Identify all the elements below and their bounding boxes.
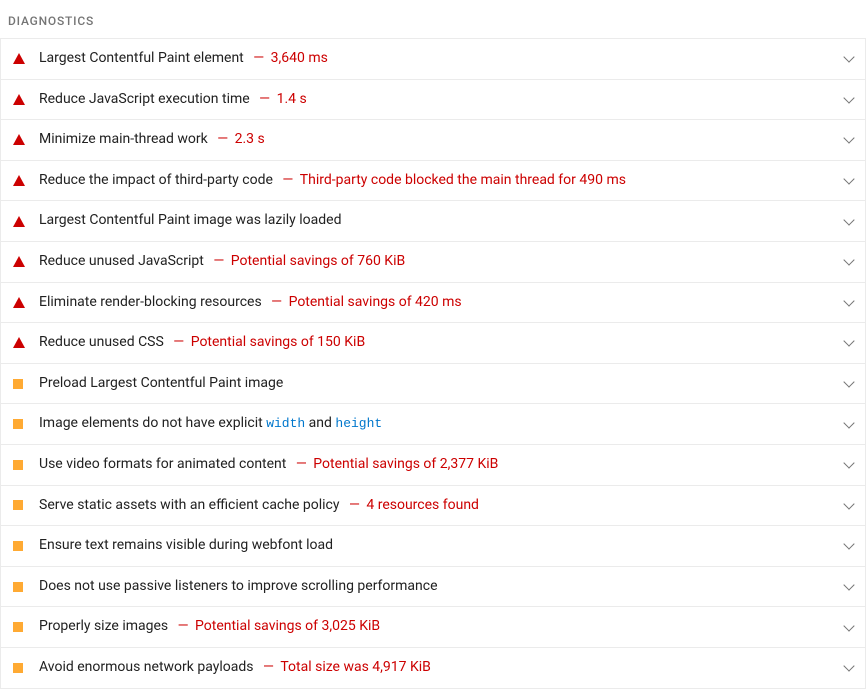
triangle-fail-icon xyxy=(13,94,25,105)
code-token: width xyxy=(266,416,305,431)
chevron-down-icon xyxy=(843,579,854,590)
audit-metric: Third-party code blocked the main thread… xyxy=(300,172,626,188)
audit-title: Reduce unused CSS — Potential savings of… xyxy=(39,333,829,353)
metric-separator: — xyxy=(268,294,286,310)
audit-metric: Total size was 4,917 KiB xyxy=(280,659,431,675)
audit-metric: 4 resources found xyxy=(366,497,479,513)
audit-row[interactable]: Reduce the impact of third-party code — … xyxy=(1,161,865,202)
audit-metric: 3,640 ms xyxy=(271,50,328,66)
square-warn-icon xyxy=(13,541,23,551)
audit-title: Reduce JavaScript execution time — 1.4 s xyxy=(39,90,829,110)
audit-row[interactable]: Minimize main-thread work — 2.3 s xyxy=(1,120,865,161)
square-warn-icon xyxy=(13,663,23,673)
triangle-fail-icon xyxy=(13,134,25,145)
square-warn-icon xyxy=(13,460,23,470)
chevron-down-icon xyxy=(843,498,854,509)
diagnostics-list: Largest Contentful Paint element — 3,640… xyxy=(0,38,866,689)
diagnostics-heading: DIAGNOSTICS xyxy=(0,0,866,38)
audit-row[interactable]: Largest Contentful Paint element — 3,640… xyxy=(1,39,865,80)
triangle-fail-icon xyxy=(13,256,25,267)
chevron-down-icon xyxy=(843,458,854,469)
audit-row[interactable]: Preload Largest Contentful Paint image xyxy=(1,364,865,405)
audit-title: Largest Contentful Paint element — 3,640… xyxy=(39,49,829,69)
square-warn-icon xyxy=(13,582,23,592)
metric-separator: — xyxy=(292,456,310,472)
audit-title: Reduce unused JavaScript — Potential sav… xyxy=(39,252,829,272)
metric-separator: — xyxy=(259,659,277,675)
chevron-down-icon xyxy=(843,620,854,631)
audit-row[interactable]: Eliminate render-blocking resources — Po… xyxy=(1,283,865,324)
chevron-down-icon xyxy=(843,214,854,225)
chevron-down-icon xyxy=(843,661,854,672)
audit-metric: Potential savings of 3,025 KiB xyxy=(195,618,380,634)
audit-title: Largest Contentful Paint image was lazil… xyxy=(39,211,829,231)
audit-row[interactable]: Properly size images — Potential savings… xyxy=(1,607,865,648)
audit-row[interactable]: Serve static assets with an efficient ca… xyxy=(1,486,865,527)
triangle-fail-icon xyxy=(13,337,25,348)
audit-title: Does not use passive listeners to improv… xyxy=(39,577,829,597)
audit-row[interactable]: Reduce JavaScript execution time — 1.4 s xyxy=(1,80,865,121)
metric-separator: — xyxy=(345,497,363,513)
chevron-down-icon xyxy=(843,417,854,428)
chevron-down-icon xyxy=(843,336,854,347)
code-token: height xyxy=(335,416,382,431)
audit-row[interactable]: Ensure text remains visible during webfo… xyxy=(1,526,865,567)
audit-row[interactable]: Reduce unused CSS — Potential savings of… xyxy=(1,323,865,364)
chevron-down-icon xyxy=(843,133,854,144)
chevron-down-icon xyxy=(843,295,854,306)
audit-title: Preload Largest Contentful Paint image xyxy=(39,374,829,394)
audit-row[interactable]: Reduce unused JavaScript — Potential sav… xyxy=(1,242,865,283)
audit-title: Eliminate render-blocking resources — Po… xyxy=(39,293,829,313)
audit-row[interactable]: Avoid enormous network payloads — Total … xyxy=(1,648,865,688)
audit-metric: Potential savings of 150 KiB xyxy=(191,334,365,350)
metric-separator: — xyxy=(279,172,297,188)
audit-title: Avoid enormous network payloads — Total … xyxy=(39,658,829,678)
metric-separator: — xyxy=(170,334,188,350)
audit-title: Image elements do not have explicit widt… xyxy=(39,414,829,434)
triangle-fail-icon xyxy=(13,53,25,64)
metric-separator: — xyxy=(214,131,232,147)
chevron-down-icon xyxy=(843,52,854,63)
audit-row[interactable]: Does not use passive listeners to improv… xyxy=(1,567,865,608)
audit-metric: Potential savings of 420 ms xyxy=(289,294,462,310)
chevron-down-icon xyxy=(843,539,854,550)
chevron-down-icon xyxy=(843,173,854,184)
metric-separator: — xyxy=(174,618,192,634)
audit-metric: Potential savings of 2,377 KiB xyxy=(313,456,498,472)
triangle-fail-icon xyxy=(13,216,25,227)
audit-title: Minimize main-thread work — 2.3 s xyxy=(39,130,829,150)
audit-metric: 2.3 s xyxy=(235,131,265,147)
square-warn-icon xyxy=(13,500,23,510)
square-warn-icon xyxy=(13,419,23,429)
audit-title: Reduce the impact of third-party code — … xyxy=(39,171,829,191)
metric-separator: — xyxy=(250,50,268,66)
audit-row[interactable]: Largest Contentful Paint image was lazil… xyxy=(1,201,865,242)
audit-row[interactable]: Image elements do not have explicit widt… xyxy=(1,404,865,445)
chevron-down-icon xyxy=(843,376,854,387)
square-warn-icon xyxy=(13,379,23,389)
audit-title: Properly size images — Potential savings… xyxy=(39,617,829,637)
audit-metric: 1.4 s xyxy=(277,91,307,107)
chevron-down-icon xyxy=(843,255,854,266)
metric-separator: — xyxy=(256,91,274,107)
audit-title: Ensure text remains visible during webfo… xyxy=(39,536,829,556)
audit-title: Serve static assets with an efficient ca… xyxy=(39,496,829,516)
triangle-fail-icon xyxy=(13,297,25,308)
audit-metric: Potential savings of 760 KiB xyxy=(231,253,405,269)
metric-separator: — xyxy=(210,253,228,269)
triangle-fail-icon xyxy=(13,175,25,186)
audit-title: Use video formats for animated content —… xyxy=(39,455,829,475)
square-warn-icon xyxy=(13,622,23,632)
chevron-down-icon xyxy=(843,92,854,103)
audit-row[interactable]: Use video formats for animated content —… xyxy=(1,445,865,486)
